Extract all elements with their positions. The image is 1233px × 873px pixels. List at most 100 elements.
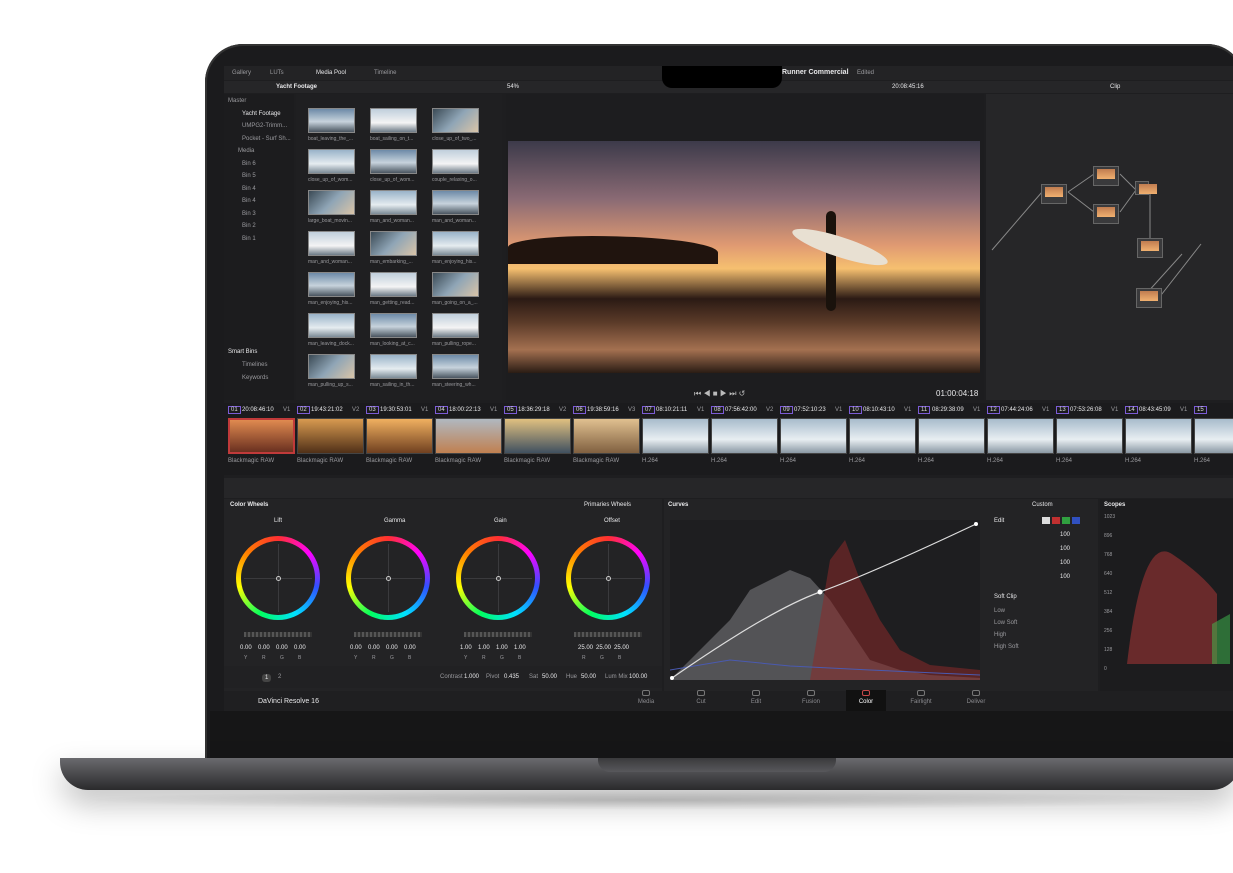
timeline-clip-thumbnail[interactable] (366, 418, 433, 454)
bin-item[interactable]: Bin 4 (242, 186, 256, 192)
node-03[interactable] (1135, 181, 1157, 195)
curves-mode-select[interactable]: Custom (1032, 502, 1053, 508)
wheel-value[interactable]: 25.00 (614, 645, 629, 651)
clip-thumbnail[interactable] (308, 231, 355, 256)
clip-thumbnail[interactable] (432, 354, 479, 379)
bin-item[interactable]: Master (228, 98, 246, 104)
timeline-clip-thumbnail[interactable] (435, 418, 502, 454)
page-fusion[interactable]: Fusion (791, 690, 831, 705)
master-wheel-slider[interactable] (354, 632, 422, 637)
timeline-clip-thumbnail[interactable] (1194, 418, 1233, 454)
timeline-clip-thumbnail[interactable] (228, 418, 295, 454)
clip-thumbnail[interactable] (432, 108, 479, 133)
bin-item[interactable]: Bin 1 (242, 236, 256, 242)
master-wheel-slider[interactable] (244, 632, 312, 637)
node-02[interactable] (1093, 166, 1119, 186)
timeline-clip-thumbnail[interactable] (1056, 418, 1123, 454)
timeline-clip-thumbnail[interactable] (642, 418, 709, 454)
clip-thumbnail[interactable] (308, 272, 355, 297)
page-media[interactable]: Media (626, 690, 666, 705)
page-cut[interactable]: Cut (681, 690, 721, 705)
wheels-mode-select[interactable]: Primaries Wheels (584, 502, 631, 508)
node-06[interactable] (1136, 288, 1162, 308)
timeline-clip-thumbnail[interactable] (1125, 418, 1192, 454)
clip-thumbnail[interactable] (370, 190, 417, 215)
timeline-clip-thumbnail[interactable] (297, 418, 364, 454)
transport-controls[interactable]: ⏮ ◀ ■ ▶ ⏭ ↺ (694, 389, 745, 399)
timeline-clip-thumbnail[interactable] (573, 418, 640, 454)
timeline-clip-thumbnail[interactable] (987, 418, 1054, 454)
wheel-value[interactable]: 25.00 (596, 645, 611, 651)
bin-item[interactable]: UMPG2-Trimm... (242, 123, 287, 129)
node-04[interactable] (1093, 204, 1119, 224)
page-deliver[interactable]: Deliver (956, 690, 996, 705)
lummix-value[interactable]: 100.00 (629, 674, 647, 680)
page-fairlight[interactable]: Fairlight (901, 690, 941, 705)
bin-item[interactable]: Yacht Footage (242, 111, 281, 117)
clip-thumbnail[interactable] (432, 231, 479, 256)
curve-g-value[interactable]: 100 (1060, 560, 1070, 566)
wheels-page-1[interactable]: 1 (262, 674, 272, 682)
page-edit[interactable]: Edit (736, 690, 776, 705)
clip-thumbnail[interactable] (370, 272, 417, 297)
wheel-value[interactable]: 0.00 (386, 645, 398, 651)
smart-bin-item[interactable]: Timelines (242, 362, 267, 368)
bin-item[interactable]: Bin 5 (242, 173, 256, 179)
clip-thumbnail[interactable] (308, 108, 355, 133)
wheel-value[interactable]: 0.00 (350, 645, 362, 651)
contrast-value[interactable]: 1.000 (464, 674, 479, 680)
page-color[interactable]: Color (846, 690, 886, 711)
clip-thumbnail[interactable] (370, 354, 417, 379)
bin-item[interactable]: Bin 2 (242, 223, 256, 229)
wheel-value[interactable]: 0.00 (404, 645, 416, 651)
bin-item[interactable]: Bin 4 (242, 198, 256, 204)
wheel-value[interactable]: 1.00 (496, 645, 508, 651)
wheel-value[interactable]: 0.00 (258, 645, 270, 651)
curve-b-value[interactable]: 100 (1060, 574, 1070, 580)
wheel-value[interactable]: 1.00 (514, 645, 526, 651)
wheel-value[interactable]: 0.00 (240, 645, 252, 651)
channel-r-button[interactable] (1052, 517, 1060, 524)
clip-thumbnail[interactable] (308, 149, 355, 174)
curve-graph[interactable] (670, 520, 980, 680)
bin-item[interactable]: Media (238, 148, 254, 154)
wheel-value[interactable]: 0.00 (368, 645, 380, 651)
curve-r-value[interactable]: 100 (1060, 546, 1070, 552)
wheels-page-2[interactable]: 2 (278, 674, 281, 680)
clip-thumbnail[interactable] (308, 354, 355, 379)
clip-thumbnail[interactable] (432, 272, 479, 297)
color-wheel[interactable] (346, 536, 430, 620)
color-wheel[interactable] (236, 536, 320, 620)
timeline-clip-thumbnail[interactable] (504, 418, 571, 454)
bin-item[interactable]: Pocket - Surf Sh... (242, 136, 291, 142)
tab-gallery[interactable]: Gallery (232, 70, 251, 76)
smart-bin-item[interactable]: Keywords (242, 375, 268, 381)
clip-thumbnail[interactable] (308, 313, 355, 338)
timeline-clip-thumbnail[interactable] (711, 418, 778, 454)
wheel-value[interactable]: 1.00 (460, 645, 472, 651)
clip-thumbnail[interactable] (432, 149, 479, 174)
bin-item[interactable]: Bin 3 (242, 211, 256, 217)
node-mode-select[interactable]: Clip (1110, 84, 1120, 90)
timeline-clip-thumbnail[interactable] (849, 418, 916, 454)
channel-b-button[interactable] (1072, 517, 1080, 524)
tab-timeline[interactable]: Timeline (374, 70, 396, 76)
clip-thumbnail[interactable] (370, 149, 417, 174)
wheel-value[interactable]: 25.00 (578, 645, 593, 651)
master-wheel-slider[interactable] (574, 632, 642, 637)
tab-luts[interactable]: LUTs (270, 70, 284, 76)
node-01[interactable] (1041, 184, 1067, 204)
sat-value[interactable]: 50.00 (542, 674, 557, 680)
node-05[interactable] (1137, 238, 1163, 258)
clip-thumbnail[interactable] (308, 190, 355, 215)
color-wheel[interactable] (456, 536, 540, 620)
wheel-value[interactable]: 0.00 (276, 645, 288, 651)
clip-thumbnail[interactable] (370, 108, 417, 133)
smart-bin-item[interactable]: Smart Bins (228, 349, 257, 355)
wheel-value[interactable]: 1.00 (478, 645, 490, 651)
bin-item[interactable]: Bin 6 (242, 161, 256, 167)
channel-y-button[interactable] (1042, 517, 1050, 524)
timeline-clip-thumbnail[interactable] (918, 418, 985, 454)
hue-value[interactable]: 50.00 (581, 674, 596, 680)
clip-thumbnail[interactable] (432, 313, 479, 338)
